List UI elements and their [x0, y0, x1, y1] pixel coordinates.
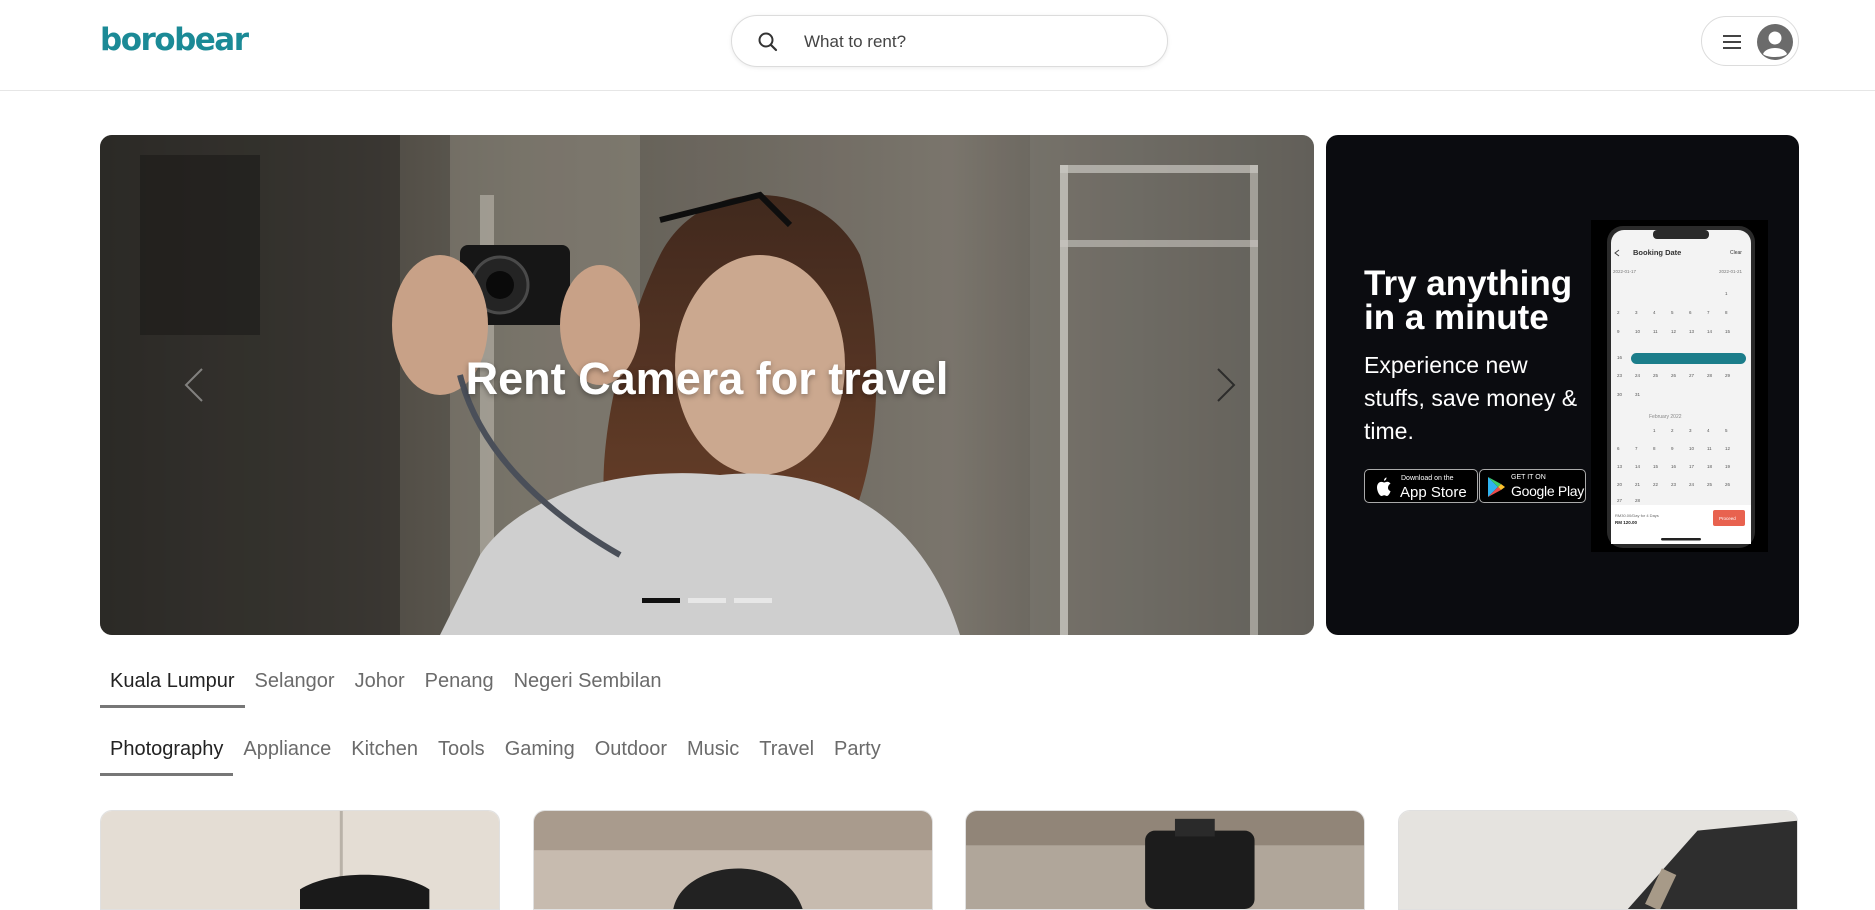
- category-tabs: Photography Appliance Kitchen Tools Gaming Ou…: [100, 732, 891, 776]
- category-tab-tools[interactable]: Tools: [428, 732, 495, 776]
- phone-end-date: 2022-01-21: [1719, 269, 1743, 274]
- promo-heading: Try anything in a minute: [1364, 264, 1573, 337]
- svg-text:26: 26: [1671, 373, 1677, 378]
- google-play-icon: [1488, 477, 1505, 497]
- phone-mockup: Booking Date Clear 2022-01-17 2022-01-21…: [1591, 220, 1768, 552]
- location-tab-penang[interactable]: Penang: [415, 664, 504, 708]
- carousel-indicator-2[interactable]: [688, 598, 726, 603]
- svg-text:31: 31: [1635, 392, 1641, 397]
- hamburger-menu-icon: [1723, 35, 1741, 49]
- top-navigation-bar: borobear: [0, 0, 1875, 91]
- booking-calendar-screenshot: Booking Date Clear 2022-01-17 2022-01-21…: [1607, 226, 1755, 548]
- carousel-prev-arrow-icon[interactable]: [180, 365, 210, 405]
- app-store-badge[interactable]: Download on the App Store: [1364, 469, 1478, 503]
- svg-text:25: 25: [1653, 373, 1659, 378]
- category-tab-music[interactable]: Music: [677, 732, 749, 776]
- category-tab-gaming[interactable]: Gaming: [495, 732, 585, 776]
- product-image: [101, 811, 499, 909]
- svg-text:15: 15: [1653, 464, 1659, 469]
- phone-start-date: 2022-01-17: [1613, 269, 1637, 274]
- product-card[interactable]: [965, 810, 1365, 910]
- hero-carousel[interactable]: Rent Camera for travel: [100, 135, 1314, 635]
- svg-text:11: 11: [1653, 329, 1658, 334]
- svg-text:10: 10: [1689, 446, 1695, 451]
- borobear-logo[interactable]: borobear: [100, 22, 249, 58]
- phone-month-label: February 2022: [1649, 414, 1682, 420]
- svg-text:16: 16: [1617, 355, 1623, 360]
- svg-text:23: 23: [1671, 482, 1677, 487]
- svg-text:29: 29: [1725, 373, 1731, 378]
- search-icon[interactable]: [756, 30, 780, 54]
- category-tab-kitchen[interactable]: Kitchen: [341, 732, 428, 776]
- phone-proceed-button: Proceed: [1719, 516, 1736, 521]
- svg-text:19: 19: [1725, 464, 1731, 469]
- category-tab-photography[interactable]: Photography: [100, 732, 234, 776]
- svg-text:14: 14: [1707, 329, 1713, 334]
- svg-text:26: 26: [1725, 482, 1731, 487]
- svg-text:27: 27: [1689, 373, 1695, 378]
- product-card[interactable]: [1398, 810, 1798, 910]
- phone-clear-label: Clear: [1730, 250, 1742, 256]
- svg-text:23: 23: [1617, 373, 1623, 378]
- svg-text:12: 12: [1671, 329, 1677, 334]
- app-store-small-text: Download on the: [1401, 475, 1454, 482]
- location-tab-johor[interactable]: Johor: [345, 664, 415, 708]
- apple-icon: [1377, 477, 1391, 496]
- product-image: [966, 811, 1364, 909]
- user-menu-button[interactable]: [1701, 16, 1799, 66]
- category-tab-appliance[interactable]: Appliance: [233, 732, 341, 776]
- search-bar[interactable]: [731, 15, 1168, 67]
- google-play-badge[interactable]: GET IT ON Google Play: [1479, 469, 1586, 503]
- phone-footer-note: RM30.00/Day for 4 Days: [1615, 513, 1659, 518]
- svg-text:15: 15: [1725, 329, 1731, 334]
- carousel-next-arrow-icon[interactable]: [1210, 365, 1240, 405]
- promo-body: Experience new stuffs, save money & time…: [1364, 352, 1578, 444]
- google-play-small-text: GET IT ON: [1511, 474, 1546, 481]
- svg-text:27: 27: [1617, 498, 1623, 503]
- svg-text:28: 28: [1635, 498, 1641, 503]
- category-tab-outdoor[interactable]: Outdoor: [585, 732, 677, 776]
- phone-screen-title: Booking Date: [1633, 248, 1681, 257]
- carousel-indicators: [642, 598, 772, 604]
- google-play-large-text: Google Play: [1511, 483, 1584, 499]
- location-tab-selangor[interactable]: Selangor: [245, 664, 345, 708]
- category-tab-travel[interactable]: Travel: [749, 732, 824, 776]
- carousel-indicator-3[interactable]: [734, 598, 772, 603]
- carousel-indicator-1[interactable]: [642, 598, 680, 603]
- svg-text:20: 20: [1617, 482, 1623, 487]
- product-card-grid: [100, 810, 1800, 910]
- user-avatar-icon: [1757, 24, 1793, 60]
- app-store-large-text: App Store: [1400, 484, 1467, 501]
- location-tab-negeri-sembilan[interactable]: Negeri Sembilan: [504, 664, 672, 708]
- svg-text:14: 14: [1635, 464, 1641, 469]
- svg-text:25: 25: [1707, 482, 1713, 487]
- search-input[interactable]: [804, 28, 1144, 56]
- svg-text:16: 16: [1671, 464, 1677, 469]
- svg-text:17: 17: [1689, 464, 1695, 469]
- app-promo-card: Try anything in a minute Experience new …: [1326, 135, 1799, 635]
- product-card[interactable]: [533, 810, 933, 910]
- hero-title: Rent Camera for travel: [465, 353, 949, 404]
- svg-text:18: 18: [1707, 464, 1713, 469]
- location-tab-kuala-lumpur[interactable]: Kuala Lumpur: [100, 664, 245, 708]
- svg-text:30: 30: [1617, 392, 1623, 397]
- product-card[interactable]: [100, 810, 500, 910]
- svg-text:10: 10: [1635, 329, 1641, 334]
- svg-text:22: 22: [1653, 482, 1659, 487]
- phone-footer-price: RM 120.00: [1615, 520, 1638, 525]
- product-image: [534, 811, 932, 909]
- svg-text:11: 11: [1707, 446, 1712, 451]
- svg-text:12: 12: [1725, 446, 1731, 451]
- svg-text:24: 24: [1689, 482, 1695, 487]
- svg-text:21: 21: [1635, 482, 1641, 487]
- location-tabs: Kuala Lumpur Selangor Johor Penang Negeri Se…: [100, 664, 671, 708]
- svg-text:13: 13: [1689, 329, 1695, 334]
- category-tab-party[interactable]: Party: [824, 732, 891, 776]
- svg-text:28: 28: [1707, 373, 1713, 378]
- svg-text:13: 13: [1617, 464, 1623, 469]
- product-image: [1399, 811, 1797, 909]
- svg-text:24: 24: [1635, 373, 1641, 378]
